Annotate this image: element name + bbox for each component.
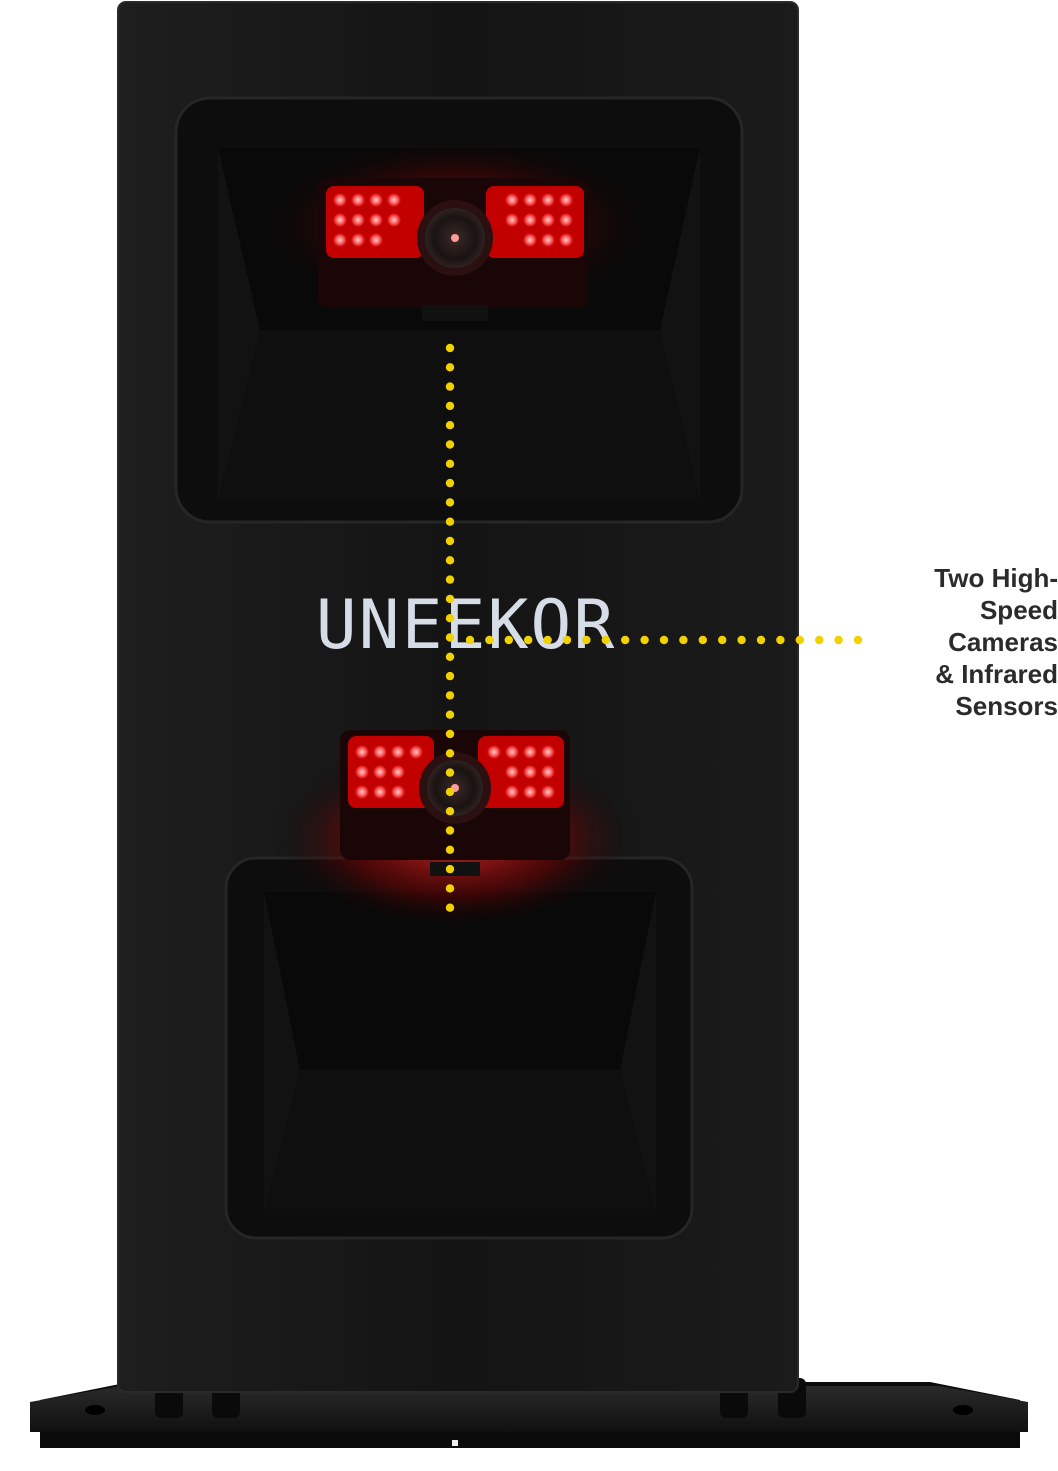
callout-dot-vertical: [445, 652, 455, 661]
callout-dot-vertical: [445, 401, 455, 411]
callout-dot-vertical: [445, 498, 455, 507]
upper-camera-module: [174, 96, 744, 524]
callout-dot-vertical: [445, 594, 455, 604]
upper-camera-lens: [417, 200, 493, 276]
callout-dot-horizontal: [640, 635, 649, 645]
callout-dot-horizontal: [756, 635, 766, 645]
callout-dot-horizontal: [524, 635, 533, 645]
callout-dot-horizontal: [485, 635, 494, 645]
callout-dot-vertical: [445, 845, 455, 854]
callout-line-4: & Infrared: [935, 659, 1058, 689]
callout-dot-vertical: [445, 614, 455, 623]
callout-dot-vertical: [445, 903, 455, 912]
callout-dot-vertical: [445, 382, 455, 391]
callout-line-5: Sensors: [955, 691, 1058, 721]
callout-dot-horizontal: [543, 635, 552, 645]
callout-dot-horizontal: [621, 635, 630, 645]
callout-dot-horizontal: [601, 635, 610, 645]
callout-dot-vertical: [445, 536, 455, 546]
callout-dot-horizontal: [562, 635, 572, 645]
upper-led-array-left: [326, 186, 424, 258]
callout-dot-vertical: [445, 421, 455, 430]
callout-dot-horizontal: [504, 635, 513, 645]
callout-dot-horizontal: [737, 635, 746, 645]
lower-led-array-right: [478, 736, 564, 808]
callout-dot-vertical: [445, 633, 455, 642]
callout-dot-horizontal: [679, 635, 688, 645]
callout-dot-horizontal: [815, 635, 824, 645]
callout-dot-vertical: [445, 440, 455, 449]
callout-dot-vertical: [445, 807, 455, 816]
callout-dot-vertical: [445, 826, 455, 835]
callout-dot-vertical: [445, 710, 455, 719]
callout-dot-vertical: [445, 787, 455, 797]
callout-dot-vertical: [445, 575, 455, 584]
launch-monitor-illustration: UNEEKOR: [30, 1, 1028, 1448]
callout-dot-horizontal: [465, 635, 475, 645]
brand-logo: UNEEKOR: [316, 586, 617, 665]
callout-dot-horizontal: [834, 635, 843, 645]
callout-dot-vertical: [445, 768, 455, 777]
callout-dot-vertical: [445, 749, 455, 758]
callout-dot-horizontal: [853, 635, 863, 645]
callout-dot-vertical: [445, 691, 455, 700]
callout-dot-vertical: [445, 671, 455, 681]
callout-line-2: Speed: [979, 595, 1058, 625]
callout-dot-vertical: [445, 459, 455, 468]
callout-dot-vertical: [445, 343, 455, 353]
callout-line-1: Two High-: [934, 563, 1058, 593]
callout-dot-vertical: [445, 729, 455, 739]
callout-dot-vertical: [445, 363, 455, 372]
callout-dot-horizontal: [582, 635, 591, 645]
lower-camera-lens: [419, 752, 491, 824]
callout-dot-horizontal: [776, 635, 785, 645]
callout-line-3: Cameras: [948, 627, 1058, 657]
callout-dot-vertical: [445, 864, 455, 874]
callout-dot-horizontal: [698, 635, 707, 645]
callout-dot-horizontal: [795, 635, 804, 645]
callout-dot-horizontal: [718, 635, 727, 645]
callout-dot-horizontal: [659, 635, 669, 645]
callout-dot-vertical: [445, 556, 455, 565]
callout-dot-vertical: [445, 884, 455, 893]
callout-label: Two High- Speed Cameras & Infrared Senso…: [890, 562, 1058, 722]
callout-dot-vertical: [445, 478, 455, 488]
product-photo: UNEEKOR Two High- Speed Cameras & Infrar…: [0, 0, 1058, 1466]
lower-camera-module: [224, 730, 694, 1240]
callout-dot-vertical: [445, 517, 455, 526]
upper-led-array-right: [486, 186, 584, 258]
